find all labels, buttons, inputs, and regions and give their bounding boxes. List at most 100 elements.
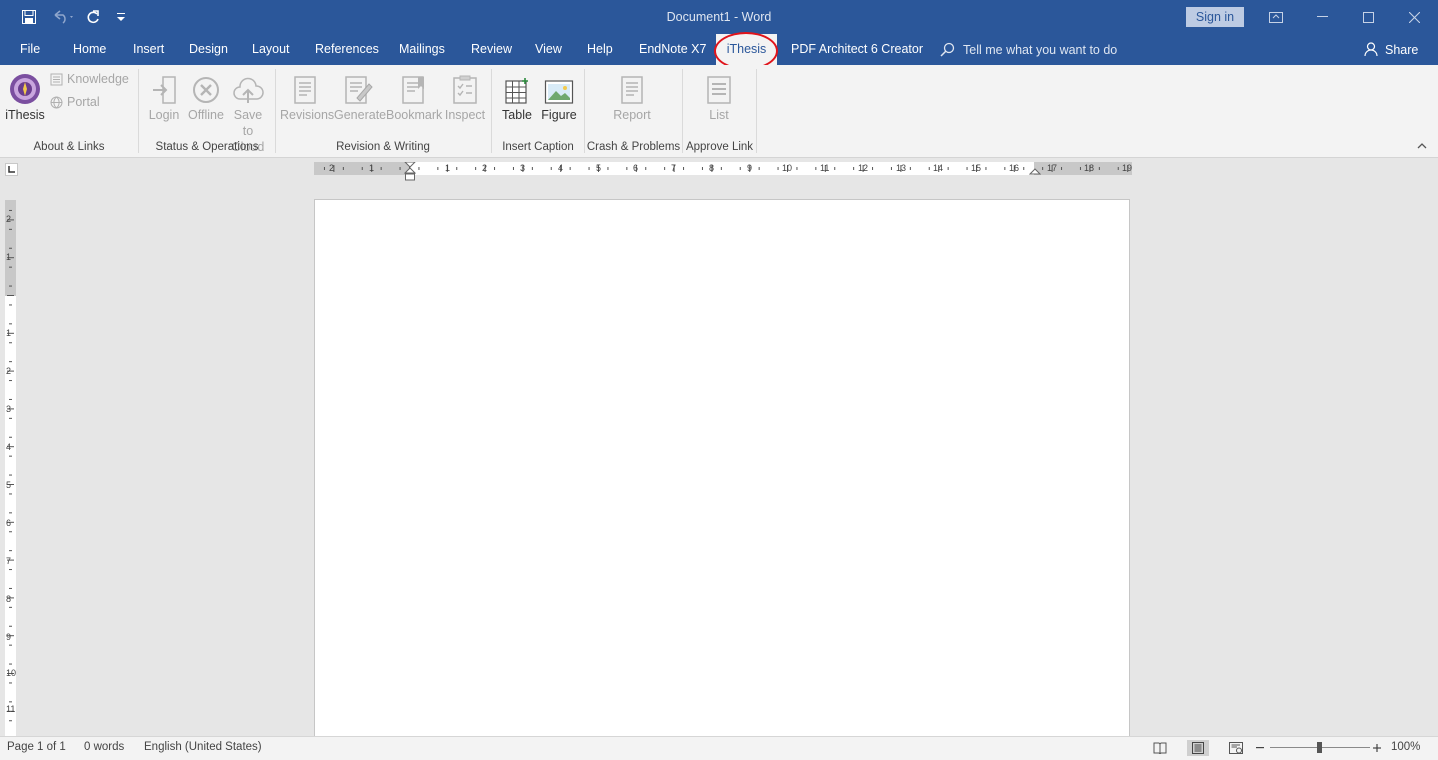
- ruler-label: 9: [747, 163, 753, 173]
- tell-me-search[interactable]: Tell me what you want to do: [940, 34, 1117, 65]
- zoom-slider-thumb[interactable]: [1317, 742, 1322, 753]
- list-button[interactable]: List: [700, 69, 738, 123]
- tab-insert[interactable]: Insert: [133, 34, 164, 65]
- ruler-label: 5: [596, 163, 602, 173]
- ruler-label: 7: [671, 163, 677, 173]
- collapse-ribbon-icon[interactable]: [1417, 142, 1427, 150]
- zoom-in-icon[interactable]: [1370, 740, 1384, 756]
- document-page[interactable]: [314, 199, 1130, 739]
- generate-label: Generate: [334, 108, 387, 122]
- redo-icon[interactable]: [83, 0, 103, 34]
- group-about-links: About & Links: [33, 141, 105, 153]
- ruler-label: 1: [445, 163, 451, 173]
- tab-pdf-architect[interactable]: PDF Architect 6 Creator: [791, 34, 923, 65]
- ruler-label: 3: [6, 404, 12, 414]
- ruler-label: 4: [558, 163, 564, 173]
- tab-endnote[interactable]: EndNote X7: [639, 34, 706, 65]
- page-count[interactable]: Page 1 of 1: [7, 737, 66, 758]
- web-layout-icon[interactable]: [1227, 740, 1245, 756]
- zoom-out-icon[interactable]: [1254, 740, 1266, 756]
- revisions-label: Revisions: [280, 108, 335, 122]
- person-icon: [1364, 42, 1378, 57]
- ruler-label: 3: [520, 163, 526, 173]
- ruler-label: 9: [6, 632, 12, 642]
- tab-view[interactable]: View: [535, 34, 562, 65]
- minimize-icon[interactable]: [1299, 0, 1345, 34]
- language-indicator[interactable]: English (United States): [144, 737, 262, 758]
- list-label: List: [709, 108, 729, 122]
- group-crash-problems: Crash & Problems: [586, 141, 681, 153]
- ithesis-label: iThesis: [5, 108, 45, 122]
- ribbon: iThesis Knowledge Portal About & Links L…: [0, 65, 1438, 158]
- vertical-ruler[interactable]: 2 1 1 2 3 4 5 6 7 8 9 10 11: [5, 200, 16, 736]
- tab-help[interactable]: Help: [587, 34, 613, 65]
- insert-figure-caption-button[interactable]: Figure: [539, 69, 579, 123]
- ruler-label: 15: [971, 163, 982, 173]
- print-layout-icon[interactable]: [1187, 740, 1209, 756]
- ruler-label: 4: [6, 442, 12, 452]
- report-icon: [621, 76, 643, 104]
- right-indent-marker-icon[interactable]: [1029, 167, 1041, 175]
- ruler-label: 8: [6, 594, 12, 604]
- group-separator: [756, 69, 757, 153]
- checklist-icon: [453, 75, 477, 104]
- customize-qat-icon[interactable]: [114, 0, 128, 34]
- revisions-button[interactable]: Revisions: [280, 69, 335, 123]
- tab-ithesis[interactable]: iThesis: [716, 34, 777, 65]
- group-status-operations: Status & Operations: [155, 141, 259, 153]
- ruler-label: 5: [6, 480, 12, 490]
- ruler-label: 7: [6, 556, 12, 566]
- bookmark-icon: [402, 76, 424, 104]
- tab-references[interactable]: References: [315, 34, 379, 65]
- book-icon: [50, 73, 63, 85]
- ruler-label: 1: [6, 328, 12, 338]
- sign-in-button[interactable]: Sign in: [1186, 7, 1244, 27]
- generate-icon: [345, 76, 373, 104]
- cloud-upload-icon: [233, 77, 264, 103]
- ruler-label: 1: [6, 252, 12, 262]
- maximize-icon[interactable]: [1345, 0, 1391, 34]
- picture-icon: [544, 80, 574, 104]
- ithesis-logo-icon: [10, 74, 40, 104]
- tab-design[interactable]: Design: [189, 34, 228, 65]
- report-button[interactable]: Report: [610, 69, 654, 123]
- save-icon[interactable]: [18, 0, 40, 34]
- close-icon[interactable]: [1391, 0, 1437, 34]
- indent-marker-icon[interactable]: [404, 162, 416, 182]
- ruler-label: 11: [6, 704, 16, 714]
- ruler-label: 11: [820, 163, 830, 173]
- ruler-label: 17: [1047, 163, 1058, 173]
- bookmark-button[interactable]: Bookmark: [386, 69, 442, 123]
- share-button[interactable]: Share: [1364, 34, 1418, 65]
- login-button[interactable]: Login: [145, 69, 183, 123]
- generate-button[interactable]: Generate: [334, 69, 387, 123]
- knowledge-button[interactable]: Knowledge: [50, 72, 129, 86]
- word-count[interactable]: 0 words: [84, 737, 124, 758]
- tab-selector[interactable]: [5, 163, 18, 176]
- inspect-button[interactable]: Inspect: [443, 69, 487, 123]
- share-label: Share: [1385, 42, 1419, 57]
- ruler-label: 2: [6, 366, 12, 376]
- tab-layout[interactable]: Layout: [252, 34, 290, 65]
- ruler-label: 10: [6, 668, 17, 678]
- tab-mailings[interactable]: Mailings: [399, 34, 445, 65]
- tell-me-text: Tell me what you want to do: [963, 42, 1118, 57]
- tab-file[interactable]: File: [20, 34, 40, 65]
- ithesis-button[interactable]: iThesis: [4, 69, 46, 123]
- ruler-label: 13: [896, 163, 907, 173]
- ribbon-display-options-icon[interactable]: [1253, 0, 1299, 34]
- ribbon-tab-bar: File Home Insert Design Layout Reference…: [0, 34, 1438, 65]
- horizontal-ruler[interactable]: 2 1 1 2 3 4 5 6 7 8 9 10 11 12 13 14 15 …: [314, 162, 1133, 181]
- insert-table-caption-button[interactable]: Table: [499, 69, 535, 123]
- portal-button[interactable]: Portal: [50, 95, 100, 109]
- undo-icon[interactable]: [48, 0, 78, 34]
- zoom-level[interactable]: 100%: [1391, 737, 1420, 758]
- bookmark-label: Bookmark: [386, 108, 443, 122]
- group-revision-writing: Revision & Writing: [336, 141, 430, 153]
- ruler-label: 19: [1122, 163, 1133, 173]
- offline-button[interactable]: Offline: [186, 69, 226, 123]
- knowledge-label: Knowledge: [67, 72, 129, 86]
- tab-review[interactable]: Review: [471, 34, 512, 65]
- tab-home[interactable]: Home: [73, 34, 106, 65]
- read-mode-icon[interactable]: [1151, 740, 1169, 756]
